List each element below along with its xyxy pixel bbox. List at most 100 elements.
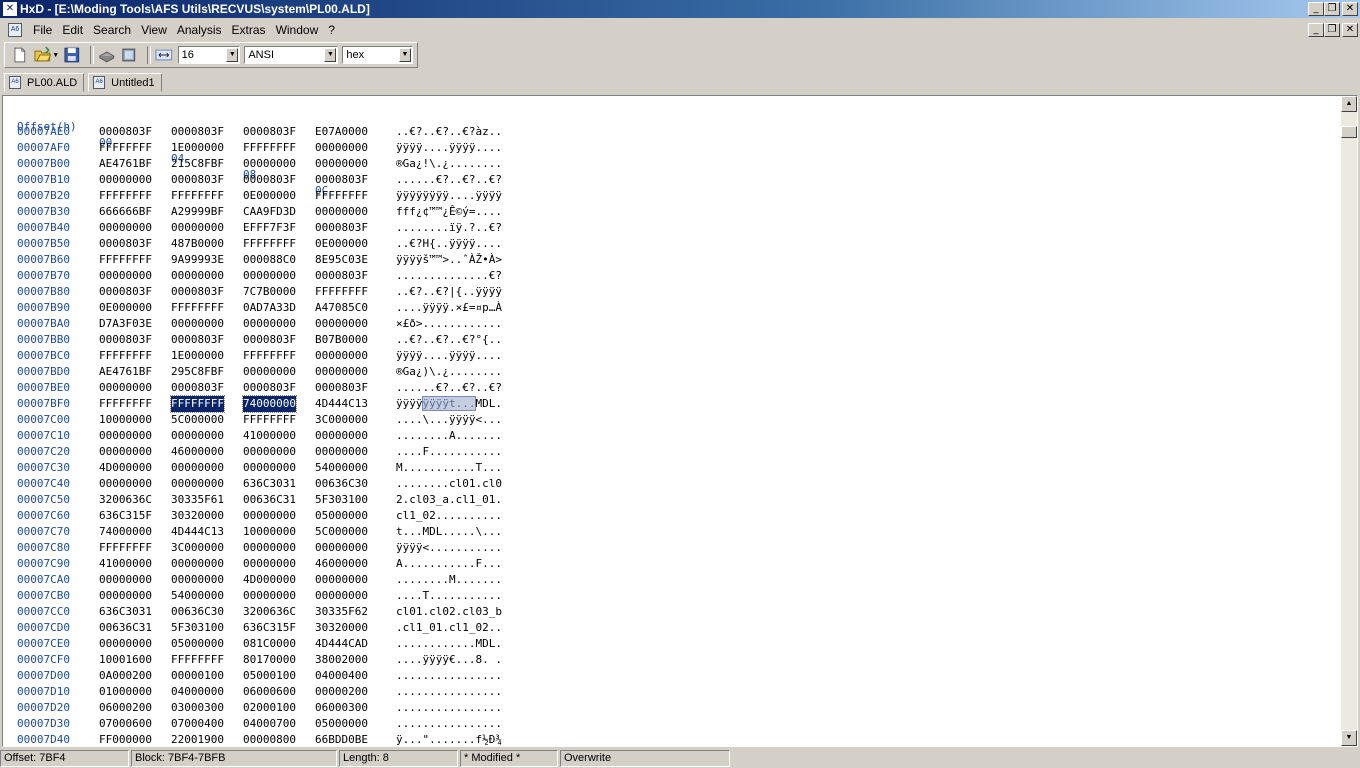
hex-byte-group[interactable]: 00000100 — [171, 668, 224, 684]
hex-byte-group[interactable]: FFFFFFFF — [171, 188, 224, 204]
hex-byte-group[interactable]: 00000000 — [171, 476, 224, 492]
hex-byte-group[interactable]: 1E000000 — [171, 140, 224, 156]
hex-byte-group[interactable]: FFFFFFFF — [315, 188, 368, 204]
ascii-text[interactable]: ®Ga¿!\.¿........ — [396, 156, 502, 172]
hex-byte-group[interactable]: 05000000 — [171, 636, 224, 652]
hex-byte-group[interactable]: 00636C30 — [171, 604, 224, 620]
hex-byte-group[interactable]: 4D000000 — [243, 572, 296, 588]
hex-byte-group[interactable]: 0E000000 — [99, 300, 152, 316]
hex-byte-group[interactable]: FFFFFFFF — [243, 140, 296, 156]
hex-byte-group[interactable]: 30320000 — [315, 620, 368, 636]
tab-untitled1[interactable]: A6 Untitled1 — [88, 73, 162, 92]
ascii-text[interactable]: ÿÿÿÿ....ÿÿÿÿ.... — [396, 140, 502, 156]
hex-byte-group[interactable]: 636C3031 — [99, 604, 152, 620]
mdi-close-button[interactable]: ✕ — [1342, 23, 1358, 37]
ascii-text[interactable]: ................ — [396, 684, 502, 700]
hex-byte-group[interactable]: 00000000 — [99, 428, 152, 444]
hex-byte-group[interactable]: 54000000 — [171, 588, 224, 604]
hex-byte-group[interactable]: 0000803F — [243, 380, 296, 396]
ascii-text[interactable]: ................ — [396, 668, 502, 684]
hex-byte-group[interactable]: 05000100 — [243, 668, 296, 684]
ascii-text[interactable]: t...MDL.....\... — [396, 524, 502, 540]
document-icon[interactable]: A6 — [8, 23, 22, 37]
hex-byte-group[interactable]: 0000803F — [243, 124, 296, 140]
ascii-text[interactable]: ....F........... — [396, 444, 502, 460]
hex-byte-group[interactable]: 00000000 — [99, 572, 152, 588]
hex-byte-group[interactable]: 666666BF — [99, 204, 152, 220]
chevron-down-icon[interactable]: ▼ — [398, 48, 411, 62]
save-icon[interactable] — [63, 46, 81, 64]
hex-byte-group[interactable]: 41000000 — [243, 428, 296, 444]
hex-byte-group[interactable]: 3C000000 — [315, 412, 368, 428]
hex-byte-group[interactable]: 4D000000 — [99, 460, 152, 476]
hex-byte-group[interactable]: 5F303100 — [315, 492, 368, 508]
hex-byte-group[interactable]: EFFF7F3F — [243, 220, 296, 236]
hex-view[interactable]: Offset(h) 00 04 08 0C 00007AE0 0000803F 00… — [3, 96, 1341, 746]
hex-byte-group[interactable]: 00000000 — [99, 636, 152, 652]
hex-byte-group[interactable]: 00000000 — [171, 572, 224, 588]
hex-byte-group[interactable]: FFFFFFFF — [99, 540, 152, 556]
hex-byte-group[interactable]: 01000000 — [99, 684, 152, 700]
hex-byte-group[interactable]: 4D444C13 — [171, 524, 224, 540]
hex-byte-group[interactable]: 00000000 — [315, 540, 368, 556]
ascii-text[interactable]: .cl1_01.cl1_02.. — [396, 620, 502, 636]
ascii-selection[interactable]: ÿÿÿÿt... — [421, 396, 477, 411]
ascii-text[interactable]: ....T........... — [396, 588, 502, 604]
hex-byte-group[interactable]: 06000200 — [99, 700, 152, 716]
scroll-up-button[interactable]: ▲ — [1341, 96, 1357, 112]
hex-byte-group[interactable]: AE4761BF — [99, 156, 152, 172]
minimize-button[interactable]: _ — [1308, 2, 1324, 16]
hex-byte-group[interactable]: 0000803F — [315, 220, 368, 236]
vertical-scrollbar[interactable]: ▲ ▼ — [1341, 96, 1357, 746]
ascii-text[interactable]: ÿÿÿÿ<........... — [396, 540, 502, 556]
hex-byte-group[interactable]: 00000000 — [99, 444, 152, 460]
ascii-text[interactable]: ..............€? — [396, 268, 502, 284]
ascii-text[interactable]: ÿÿÿÿÿÿÿÿt...MDL. — [396, 396, 502, 412]
hex-byte-group[interactable]: 5C000000 — [315, 524, 368, 540]
ascii-text[interactable]: ........ïÿ.?..€? — [396, 220, 502, 236]
hex-byte-group[interactable]: 00000000 — [243, 588, 296, 604]
menu-search[interactable]: Search — [88, 23, 136, 37]
hex-byte-group[interactable]: 00000000 — [171, 556, 224, 572]
hex-byte-group[interactable]: 7C7B0000 — [243, 284, 296, 300]
ascii-text[interactable]: ......€?..€?..€? — [396, 380, 502, 396]
scroll-thumb[interactable] — [1341, 126, 1357, 138]
hex-byte-group[interactable]: FFFFFFFF — [99, 188, 152, 204]
hex-byte-group[interactable]: FFFFFFFF — [171, 652, 224, 668]
hex-byte-group[interactable]: FFFFFFFF — [243, 412, 296, 428]
hex-byte-group[interactable]: 00000000 — [99, 172, 152, 188]
hex-byte-group[interactable]: 0000803F — [99, 124, 152, 140]
hex-byte-group[interactable]: 9A99993E — [171, 252, 224, 268]
hex-byte-group[interactable]: 487B0000 — [171, 236, 224, 252]
hex-byte-group[interactable]: 00000000 — [243, 508, 296, 524]
hex-byte-group[interactable]: 07000400 — [171, 716, 224, 732]
hex-byte-group[interactable]: D7A3F03E — [99, 316, 152, 332]
hex-byte-group[interactable]: FFFFFFFF — [243, 348, 296, 364]
hex-byte-group[interactable]: 215C8FBF — [171, 156, 224, 172]
offset-base-select[interactable]: hex ▼ — [342, 46, 413, 64]
close-button[interactable]: ✕ — [1342, 2, 1358, 16]
hex-byte-group[interactable]: 00000000 — [171, 220, 224, 236]
hex-byte-group[interactable]: 00636C30 — [315, 476, 368, 492]
hex-byte-group[interactable]: 081C0000 — [243, 636, 296, 652]
hex-byte-group[interactable]: FFFFFFFF — [99, 140, 152, 156]
hex-byte-group[interactable]: FFFFFFFF — [99, 396, 152, 412]
hex-byte-group[interactable]: 00000000 — [243, 540, 296, 556]
hex-byte-group[interactable]: FFFFFFFF — [99, 252, 152, 268]
hex-byte-group[interactable]: 0E000000 — [315, 236, 368, 252]
hex-byte-group[interactable]: 0000803F — [99, 332, 152, 348]
new-file-icon[interactable] — [11, 46, 29, 64]
hex-byte-group[interactable]: 3200636C — [99, 492, 152, 508]
hex-byte-group[interactable]: 636C3031 — [243, 476, 296, 492]
hex-byte-group[interactable]: 00000000 — [315, 444, 368, 460]
ascii-text[interactable]: M...........T... — [396, 460, 502, 476]
hex-byte-group[interactable]: 636C315F — [243, 620, 296, 636]
ascii-text[interactable]: ®Ga¿)\.¿........ — [396, 364, 502, 380]
ascii-text[interactable]: ÿÿÿÿ....ÿÿÿÿ.... — [396, 348, 502, 364]
menu-view[interactable]: View — [136, 23, 172, 37]
hex-byte-group[interactable]: 00000000 — [171, 316, 224, 332]
hex-byte-group[interactable]: 0A000200 — [99, 668, 152, 684]
ascii-text[interactable]: ........M....... — [396, 572, 502, 588]
hex-byte-group[interactable]: 0000803F — [171, 332, 224, 348]
hex-byte-group[interactable]: 3200636C — [243, 604, 296, 620]
